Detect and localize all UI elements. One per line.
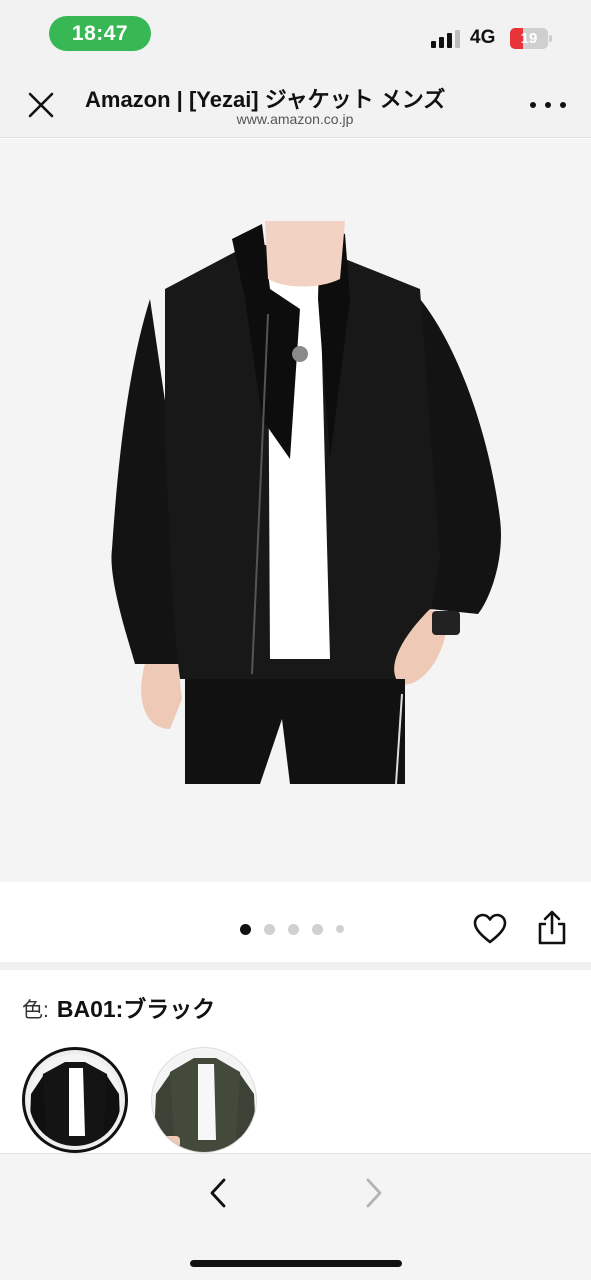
product-image[interactable]	[0, 139, 591, 882]
share-icon[interactable]	[536, 910, 568, 946]
product-photo	[111, 221, 501, 785]
swatch-black-image	[29, 1062, 121, 1146]
color-swatch-olive[interactable]	[151, 1047, 257, 1153]
section-divider	[0, 962, 591, 970]
color-label: 色:	[22, 999, 49, 1022]
close-icon[interactable]	[26, 90, 56, 120]
heart-icon[interactable]	[473, 913, 507, 945]
bottom-nav	[0, 1153, 591, 1280]
battery-icon: 19	[510, 28, 548, 49]
page-title: Amazon | [Yezai] ジャケット メンズ	[85, 87, 446, 112]
home-indicator	[190, 1260, 402, 1267]
carousel-dot[interactable]	[240, 923, 251, 935]
more-icon[interactable]	[530, 100, 566, 110]
carousel-dots	[240, 922, 357, 936]
color-value: BA01:ブラック	[56, 996, 216, 1022]
page-url: www.amazon.co.jp	[236, 111, 354, 127]
battery-cap	[549, 35, 552, 42]
chevron-left-icon[interactable]	[204, 1176, 234, 1210]
status-time: 18:47	[49, 16, 151, 51]
color-row: 色: BA01:ブラック	[22, 990, 215, 1024]
carousel-dot[interactable]	[264, 923, 275, 935]
signal-icon	[431, 30, 461, 48]
status-bar: 18:47 4G 19	[0, 0, 591, 68]
swatch-olive-image	[154, 1058, 256, 1152]
carousel-bar	[0, 882, 591, 962]
color-swatch-black[interactable]	[22, 1047, 128, 1153]
browser-header: Amazon | [Yezai] ジャケット メンズ www.amazon.co…	[0, 68, 591, 138]
carousel-dot[interactable]	[336, 925, 344, 933]
carousel-dot[interactable]	[312, 923, 323, 935]
network-type: 4G	[470, 27, 496, 48]
chevron-right-icon[interactable]	[358, 1176, 388, 1210]
battery-level: 19	[520, 30, 538, 47]
carousel-dot[interactable]	[288, 923, 299, 935]
